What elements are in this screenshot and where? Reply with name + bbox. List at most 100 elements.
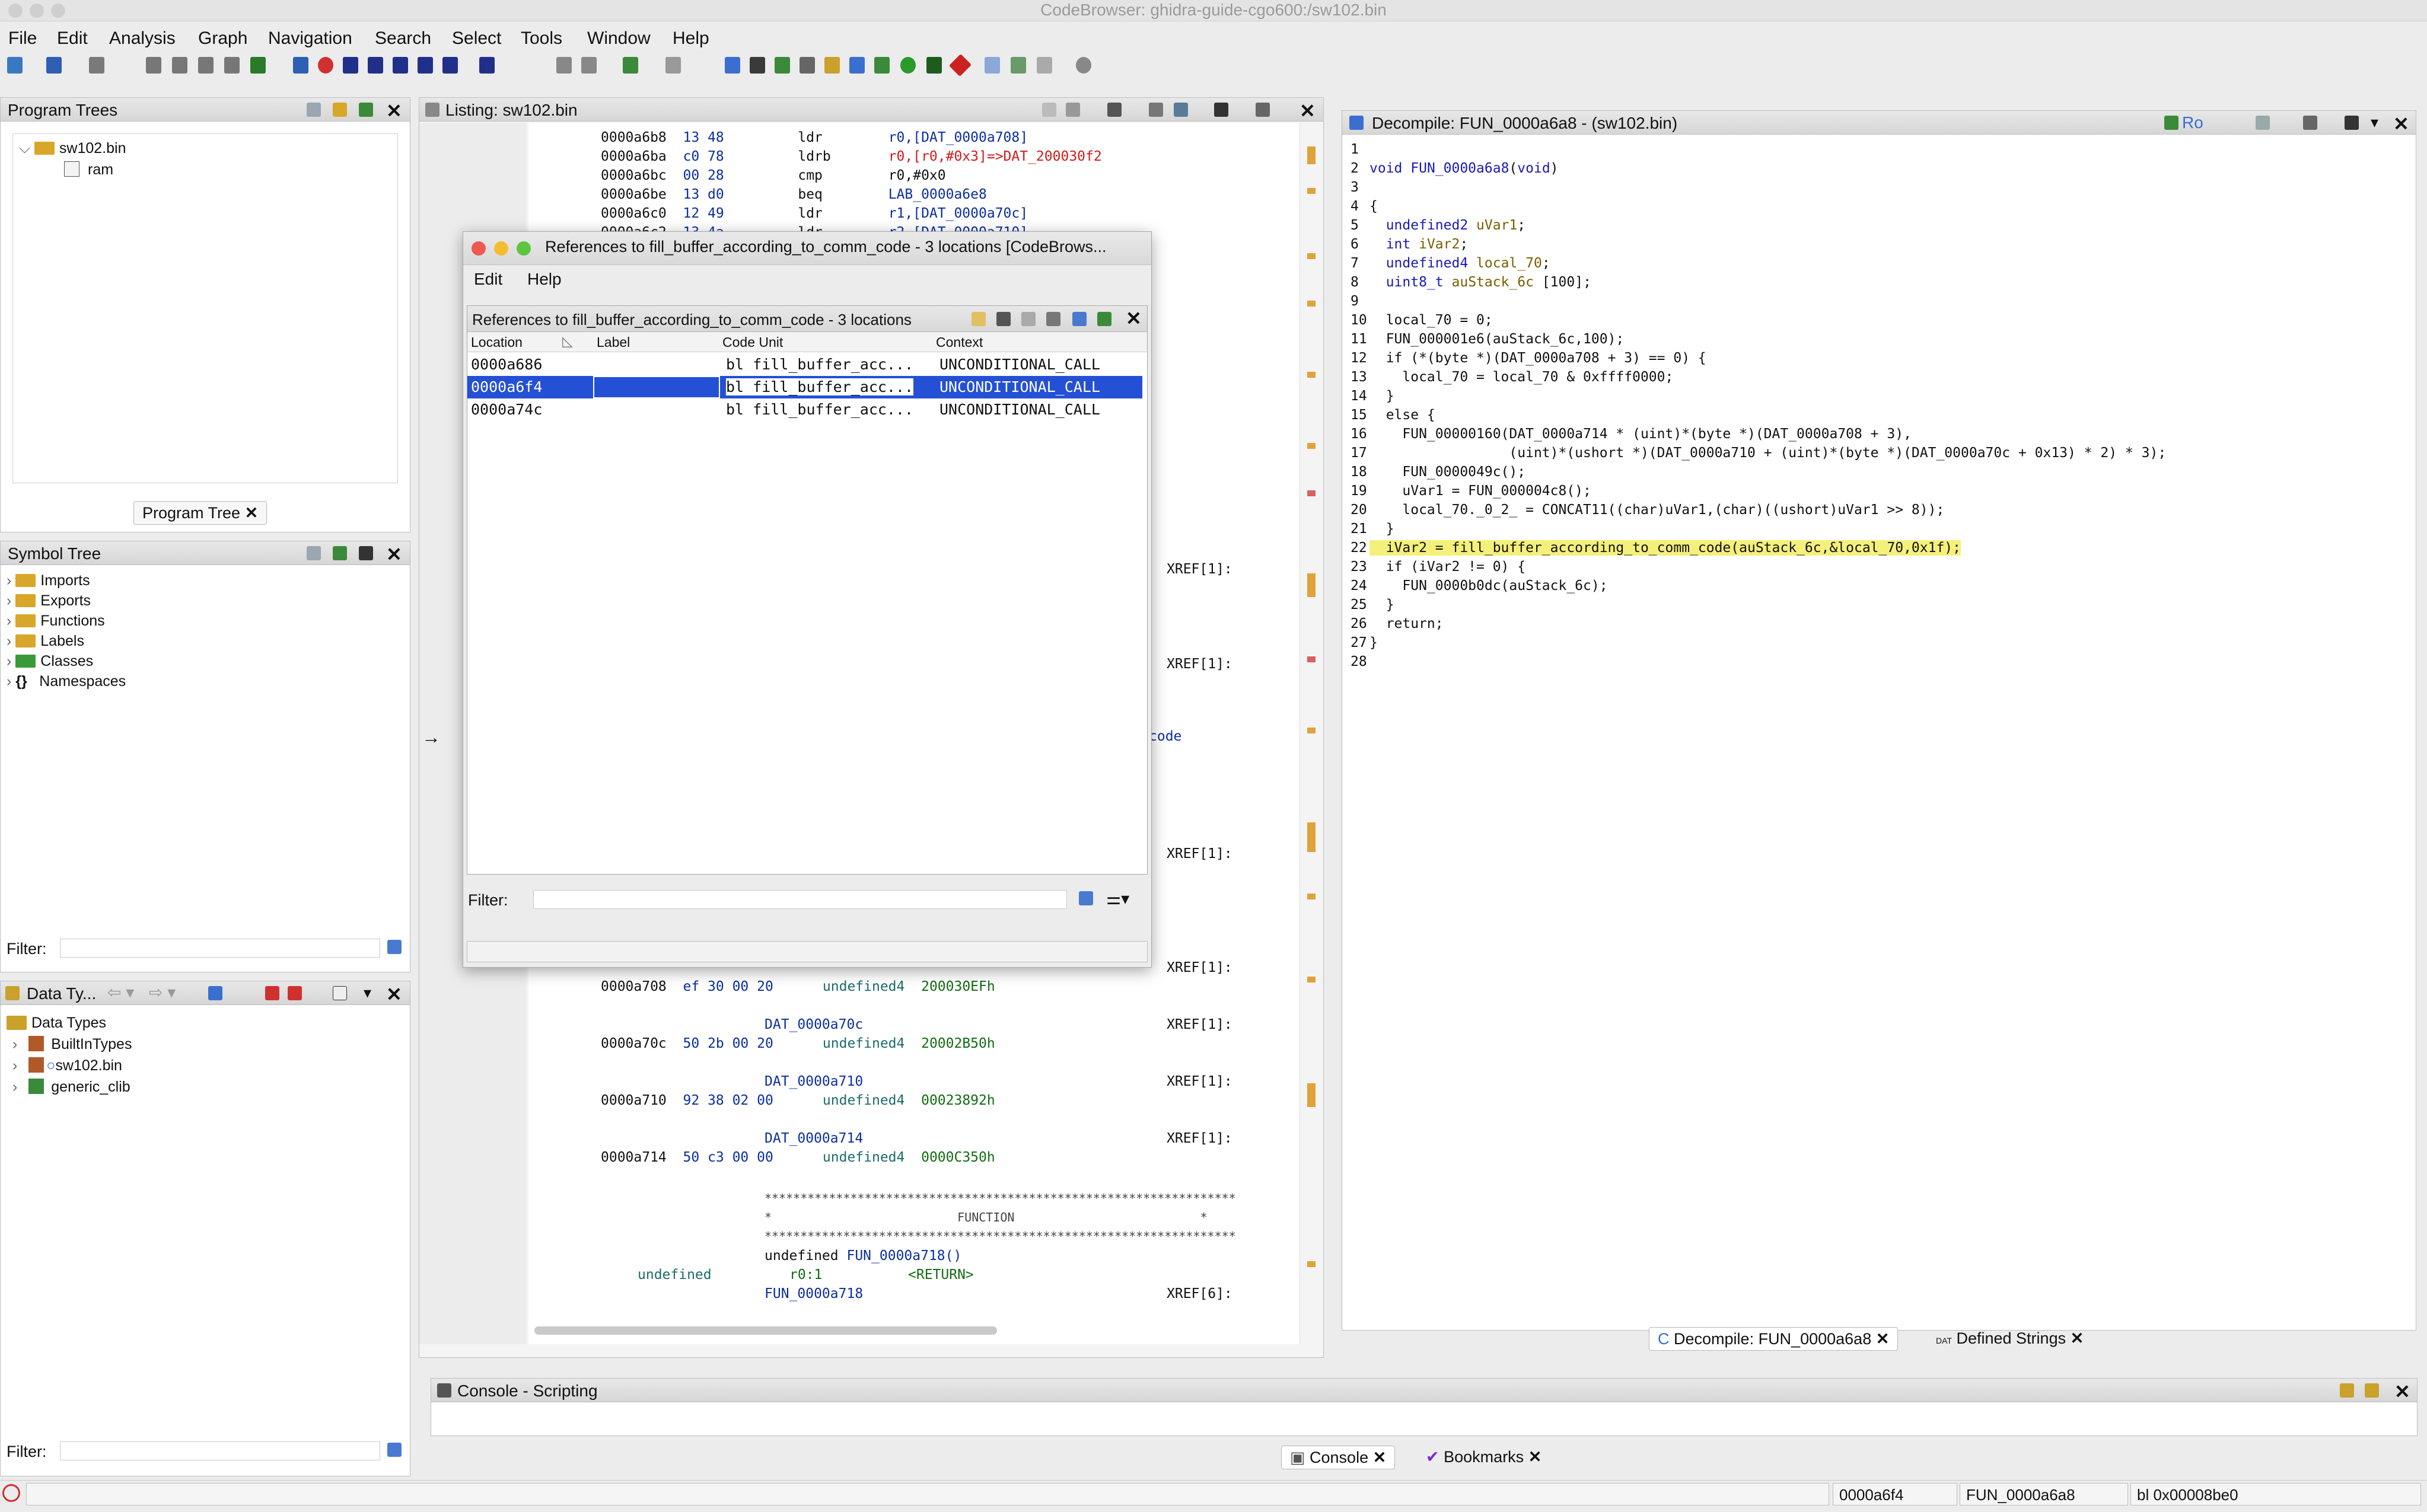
new-tree-icon[interactable] — [307, 103, 321, 117]
collapse-icon[interactable] — [333, 986, 347, 1000]
listing-line[interactable]: 0000a6ba c0 78 ldrb r0,[r0,#0x3]=>DAT_20… — [601, 149, 1102, 164]
data-type-program[interactable]: › ○sw102.bin — [12, 1057, 122, 1074]
menu-file[interactable]: File — [8, 28, 37, 49]
code-line[interactable]: 27} — [1351, 635, 1378, 650]
label-icon[interactable] — [418, 57, 433, 74]
symbol-filter-input[interactable] — [60, 939, 380, 958]
select-icon[interactable] — [1072, 312, 1087, 326]
menu-graph[interactable]: Graph — [198, 28, 247, 49]
highlight-icon[interactable] — [972, 312, 986, 326]
close-icon[interactable]: ✕ — [386, 983, 402, 1006]
cursor-icon[interactable] — [1107, 103, 1122, 117]
data-icon[interactable] — [368, 57, 383, 74]
label-cell-focus[interactable] — [593, 376, 720, 398]
symbol-labels[interactable]: › Labels — [7, 633, 84, 650]
data-types-root[interactable]: Data Types — [7, 1015, 106, 1032]
code-line[interactable]: 18 FUN_0000049c(); — [1351, 464, 1525, 480]
back-arrow-icon[interactable]: ⇦ ▾ — [107, 983, 134, 1002]
close-icon[interactable]: ✕ — [1126, 307, 1142, 330]
code-line[interactable]: 1 — [1351, 142, 1369, 157]
table-row[interactable]: 0000a686 bl fill_buffer_acc... UNCONDITI… — [467, 353, 1142, 376]
refresh-tree-icon[interactable] — [359, 103, 373, 117]
data-line[interactable]: 0000a70c 50 2b 00 20 undefined4 20002B50… — [601, 1036, 995, 1051]
symbol-create-icon[interactable] — [307, 546, 321, 560]
filter-settings-icon[interactable]: ⚌▾ — [1106, 889, 1129, 908]
column-location[interactable]: Location — [471, 334, 523, 350]
filter-options-icon[interactable] — [387, 1443, 402, 1457]
dialog-menu-help[interactable]: Help — [527, 270, 562, 289]
decompiler-code[interactable]: 1 2 void FUN_0000a6a8(void) 3 4{ 5 undefi… — [1351, 142, 2406, 1310]
code-line[interactable]: 21 } — [1351, 521, 1394, 537]
close-icon[interactable]: ✕ — [2071, 1329, 2084, 1347]
close-icon[interactable]: ✕ — [2394, 1380, 2410, 1403]
memory-icon[interactable] — [824, 57, 840, 74]
lock-icon[interactable] — [2340, 1383, 2354, 1398]
plugin-icon[interactable] — [1076, 57, 1091, 74]
snapshot-icon[interactable] — [1214, 103, 1228, 117]
menu-search[interactable]: Search — [375, 28, 431, 49]
stop-icon[interactable] — [318, 57, 333, 74]
nav-data-icon[interactable] — [198, 57, 214, 74]
function-signature[interactable]: undefined FUN_0000a718() — [765, 1248, 961, 1264]
error-icon[interactable] — [2, 1484, 20, 1502]
column-code-unit[interactable]: Code Unit — [722, 334, 783, 350]
code-line-highlighted[interactable]: 22 iVar2 = fill_buffer_according_to_comm… — [1351, 540, 1961, 556]
symbol-functions[interactable]: › Functions — [7, 613, 105, 630]
listing-line[interactable]: 0000a6c0 12 49 ldr r1,[DAT_0000a70c] — [601, 206, 1028, 221]
table-icon[interactable] — [985, 57, 1000, 74]
chevron-down-icon[interactable]: ▾ — [2371, 113, 2378, 132]
data-type-generic-clib[interactable]: › generic_clib — [12, 1079, 130, 1096]
menu-analysis[interactable]: Analysis — [109, 28, 176, 49]
snapshot-icon[interactable] — [2345, 116, 2359, 130]
apply-icon[interactable] — [208, 986, 222, 1000]
symbol-snapshot-icon[interactable] — [359, 546, 373, 560]
forward-arrow-icon[interactable]: ⇨ ▾ — [149, 983, 176, 1002]
back-arrow-icon[interactable] — [46, 57, 62, 74]
export-icon[interactable] — [1011, 57, 1026, 74]
code-line[interactable]: 4{ — [1351, 199, 1378, 214]
decompile-icon[interactable] — [849, 57, 865, 74]
code-line[interactable]: 25 } — [1351, 597, 1394, 613]
menu-window[interactable]: Window — [587, 28, 651, 49]
debugger-icon[interactable] — [1037, 57, 1052, 74]
code-line[interactable]: 28 — [1351, 654, 1369, 669]
data-line[interactable]: 0000a710 92 38 02 00 undefined4 00023892… — [601, 1093, 995, 1108]
menu-select[interactable]: Select — [452, 28, 501, 49]
data-line[interactable]: 0000a708 ef 30 00 20 undefined4 200030EF… — [601, 979, 995, 994]
cut-icon[interactable] — [556, 57, 572, 74]
export-icon[interactable] — [2303, 116, 2317, 130]
tree-root[interactable]: ⌵ sw102.bin — [19, 140, 126, 157]
listing-icon[interactable] — [800, 57, 815, 74]
close-window-button[interactable] — [472, 241, 486, 256]
code-line[interactable]: 10 local_70 = 0; — [1351, 312, 1493, 328]
symbol-namespaces[interactable]: › {} Namespaces — [7, 673, 126, 690]
close-icon[interactable]: ✕ — [2393, 113, 2409, 135]
close-icon[interactable]: ✕ — [1876, 1330, 1890, 1348]
nav-label-icon[interactable] — [250, 57, 266, 74]
column-context[interactable]: Context — [936, 334, 983, 350]
filter-array-icon[interactable] — [265, 986, 279, 1000]
listing-line[interactable]: 0000a6bc 00 28 cmp r0,#0x0 — [601, 168, 946, 183]
stop-icon[interactable] — [1046, 312, 1060, 326]
bookmark-icon[interactable] — [479, 57, 495, 74]
save-icon[interactable] — [7, 57, 23, 74]
zoom-window-button[interactable] — [517, 241, 531, 256]
symbol-exports[interactable]: › Exports — [7, 592, 91, 610]
close-icon[interactable]: ✕ — [1528, 1448, 1542, 1466]
filter-pointer-icon[interactable] — [288, 986, 302, 1000]
snapshot-icon[interactable] — [1097, 312, 1111, 326]
instruction-icon[interactable] — [343, 57, 358, 74]
copy-icon[interactable] — [1042, 103, 1056, 117]
minimize-window-button[interactable] — [494, 241, 508, 256]
sort-icon[interactable]: ◺ — [562, 333, 573, 349]
code-line[interactable]: 23 if (iVar2 != 0) { — [1351, 559, 1525, 575]
console-icon[interactable] — [926, 57, 942, 74]
redo-icon[interactable] — [665, 57, 681, 74]
filter-options-icon[interactable] — [387, 940, 402, 954]
symbol-imports[interactable]: › Imports — [7, 572, 90, 589]
table-row-selected[interactable]: 0000a6f4 bl fill_buffer_acc... UNCONDITI… — [467, 376, 1142, 398]
code-line[interactable]: 5 undefined2 uVar1; — [1351, 218, 1525, 233]
data-label[interactable]: DAT_0000a70c — [765, 1017, 863, 1032]
code-line[interactable]: 2 void FUN_0000a6a8(void) — [1351, 161, 1559, 176]
tab-console[interactable]: ▣ Console ✕ — [1281, 1446, 1396, 1469]
